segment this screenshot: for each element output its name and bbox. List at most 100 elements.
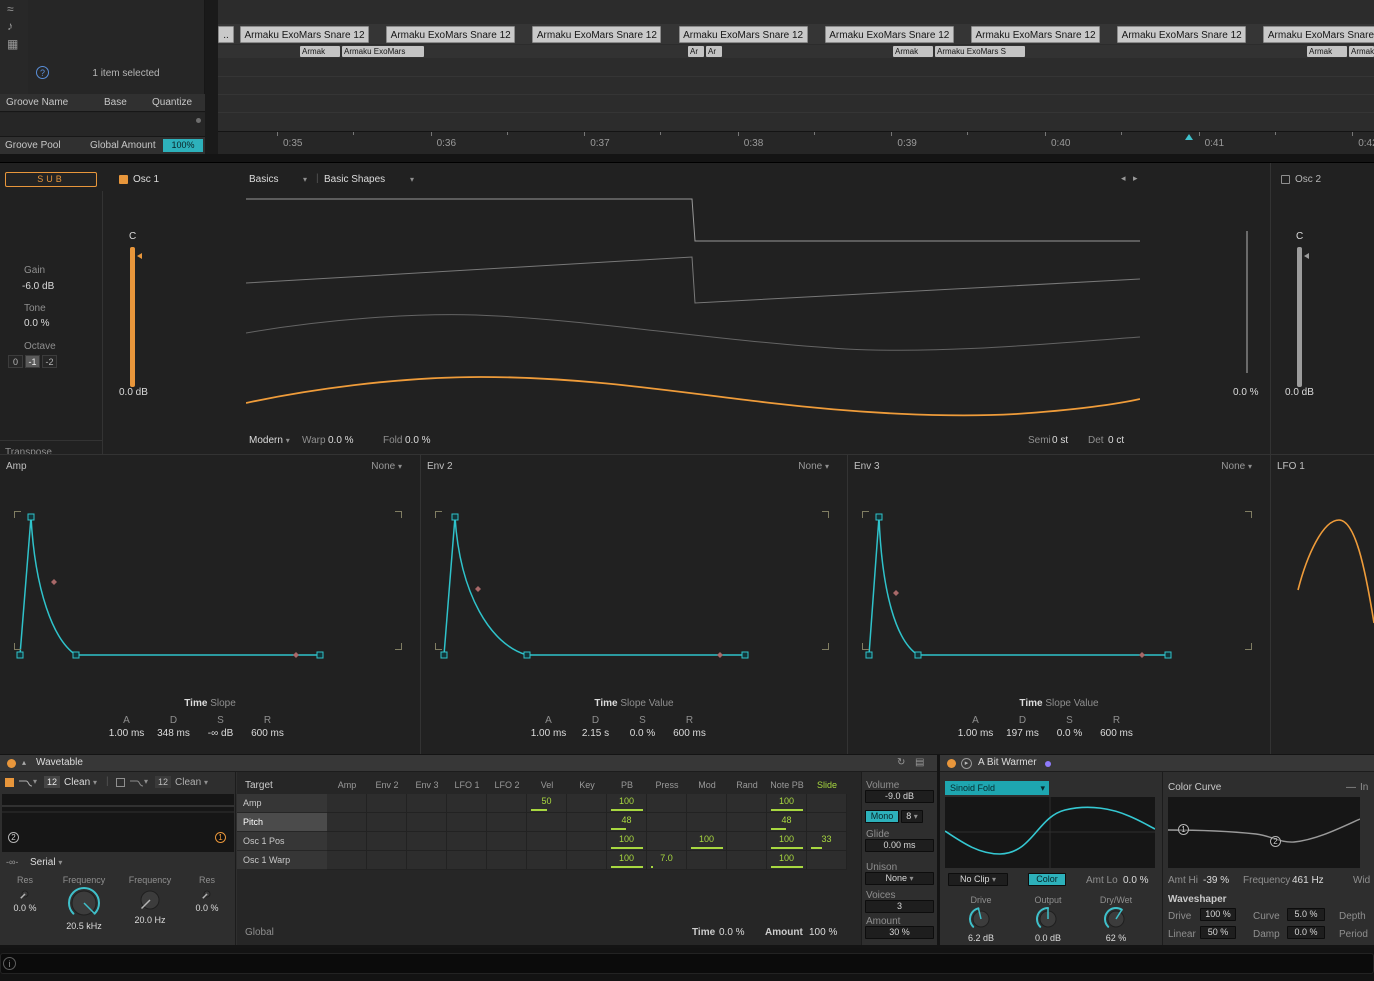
matrix-cell[interactable] — [807, 794, 847, 813]
drive-knob[interactable] — [968, 906, 994, 932]
arrangement-clip-partial[interactable]: Armaku ExoMars S — [935, 46, 1025, 57]
osc2-level-slider[interactable] — [1297, 247, 1302, 387]
arrangement-clip-partial[interactable]: Armaku — [1349, 46, 1374, 57]
fold-value[interactable]: 0.0 % — [405, 435, 431, 446]
filter1-slope[interactable]: 12 — [44, 776, 60, 788]
osc1-position-value[interactable]: 0.0 % — [1233, 387, 1259, 398]
matrix-cell[interactable] — [727, 813, 767, 832]
matrix-cell[interactable]: 48 — [607, 813, 647, 832]
arrangement-clip-partial[interactable]: Ar — [706, 46, 722, 57]
filter1-activator[interactable] — [5, 778, 14, 787]
tone-value[interactable]: 0.0 % — [24, 318, 50, 329]
env-param-value[interactable]: 197 ms — [999, 728, 1046, 739]
env-mod-chooser[interactable]: None ▾ — [371, 461, 402, 472]
info-icon[interactable]: ? — [36, 66, 49, 79]
matrix-cell[interactable]: 48 — [767, 813, 807, 832]
matrix-cell[interactable] — [447, 813, 487, 832]
hot-swap-icon[interactable]: ↻ — [897, 757, 905, 768]
matrix-cell[interactable] — [527, 851, 567, 870]
arrangement-clip-partial[interactable]: Armak — [893, 46, 933, 57]
device-title-bar[interactable]: ▸ A Bit Warmer — [940, 755, 1374, 772]
arrangement-clip[interactable]: Armaku ExoMars Snare 12 — [1117, 26, 1246, 43]
matrix-cell[interactable]: 50 — [527, 794, 567, 813]
curve-handle-1[interactable]: 1 — [1178, 824, 1189, 835]
ws-linear-value[interactable]: 50 % — [1200, 926, 1236, 939]
matrix-amount-value[interactable]: 100 % — [809, 927, 837, 938]
matrix-cell[interactable] — [687, 813, 727, 832]
matrix-cell[interactable] — [527, 813, 567, 832]
scroll-dot[interactable] — [196, 118, 201, 123]
env-param-value[interactable]: 600 ms — [244, 728, 291, 739]
chevron-down-icon[interactable]: ▾ — [410, 175, 414, 184]
matrix-cell[interactable] — [407, 794, 447, 813]
arrangement-clip-partial[interactable]: Armak — [300, 46, 340, 57]
matrix-cell[interactable] — [807, 851, 847, 870]
matrix-cell[interactable] — [447, 851, 487, 870]
arrangement-clip-partial[interactable]: Armaku ExoMars — [342, 46, 424, 57]
matrix-cell[interactable] — [687, 794, 727, 813]
loop-marker-icon[interactable] — [1185, 134, 1193, 140]
arrangement-clip-stub[interactable]: .. — [218, 26, 234, 43]
matrix-cell[interactable] — [647, 832, 687, 851]
sub-button[interactable]: SUB — [5, 172, 97, 187]
arrangement-clip[interactable]: Armaku ExoMars Snare 12 — [532, 26, 661, 43]
arrangement-clip[interactable]: Armaku ExoMars Snare 12 — [679, 26, 808, 43]
filter-display[interactable]: 2 1 — [2, 794, 234, 852]
matrix-cell[interactable] — [327, 832, 367, 851]
chevron-down-icon[interactable]: ▾ — [93, 778, 97, 787]
env-param-value[interactable]: 1.00 ms — [103, 728, 150, 739]
matrix-cell[interactable] — [527, 832, 567, 851]
output-knob[interactable] — [1035, 906, 1061, 932]
chevron-down-icon[interactable]: ▾ — [204, 778, 208, 787]
env-param-value[interactable]: 1.00 ms — [525, 728, 572, 739]
matrix-cell[interactable] — [687, 851, 727, 870]
det-value[interactable]: 0 ct — [1108, 435, 1124, 446]
env-param-value[interactable]: 600 ms — [1093, 728, 1140, 739]
matrix-cell[interactable] — [727, 832, 767, 851]
device-activator[interactable] — [7, 759, 16, 768]
ws-curve-value[interactable]: 5.0 % — [1287, 908, 1325, 921]
env-param-value[interactable]: 2.15 s — [572, 728, 619, 739]
osc1-mode-chooser[interactable]: Modern ▾ — [249, 435, 290, 446]
mono-toggle[interactable]: Mono — [865, 810, 899, 823]
lfo-curve-display[interactable] — [1271, 505, 1374, 670]
warp-value[interactable]: 0.0 % — [328, 435, 354, 446]
slider-handle-icon[interactable] — [137, 253, 142, 259]
osc1-level-slider[interactable] — [130, 247, 135, 387]
osc1-category-chooser[interactable]: Basics — [249, 174, 278, 185]
matrix-cell[interactable] — [487, 813, 527, 832]
env-mod-chooser[interactable]: None ▾ — [798, 461, 829, 472]
matrix-cell[interactable] — [727, 794, 767, 813]
matrix-cell[interactable]: 100 — [767, 832, 807, 851]
osc1-position-slider[interactable] — [1246, 231, 1248, 373]
matrix-time-value[interactable]: 0.0 % — [719, 927, 745, 938]
matrix-cell[interactable]: 100 — [607, 832, 647, 851]
matrix-cell[interactable] — [407, 851, 447, 870]
arrangement-clip[interactable]: Armaku ExoMars Snare 12 — [825, 26, 954, 43]
matrix-cell[interactable] — [367, 794, 407, 813]
matrix-row-pitch[interactable]: Pitch — [237, 813, 327, 832]
arrangement-clip-partial[interactable]: Ar — [688, 46, 704, 57]
gain-value[interactable]: -6.0 dB — [22, 281, 54, 292]
env-param-value[interactable]: 600 ms — [666, 728, 713, 739]
env-param-value[interactable]: 1.00 ms — [952, 728, 999, 739]
arrangement-clip[interactable]: Armaku ExoMars Snare 12 — [1263, 26, 1374, 43]
amt-hi-value[interactable]: -39 % — [1203, 875, 1229, 886]
next-table-icon[interactable]: ▸ — [1133, 173, 1138, 184]
matrix-cell[interactable] — [647, 813, 687, 832]
clip-mode-chooser[interactable]: No Clip ▾ — [948, 873, 1008, 886]
filter2-activator[interactable] — [116, 778, 125, 787]
filter2-handle[interactable]: 2 — [8, 832, 19, 843]
status-info-icon[interactable]: i — [3, 957, 16, 970]
arrangement-clip-partial[interactable]: Armak — [1307, 46, 1347, 57]
note-icon[interactable]: ♪ — [7, 19, 13, 33]
osc1-activator[interactable] — [119, 175, 128, 184]
matrix-cell[interactable]: 100 — [767, 851, 807, 870]
amt-lo-value[interactable]: 0.0 % — [1123, 875, 1149, 886]
octave-0-button[interactable]: 0 — [8, 355, 23, 368]
matrix-cell[interactable] — [567, 813, 607, 832]
color-curve-display[interactable]: 1 2 — [1168, 797, 1360, 868]
chevron-down-icon[interactable]: ▾ — [33, 777, 37, 786]
matrix-row-osc-1-warp[interactable]: Osc 1 Warp — [237, 851, 327, 870]
matrix-cell[interactable]: 100 — [687, 832, 727, 851]
